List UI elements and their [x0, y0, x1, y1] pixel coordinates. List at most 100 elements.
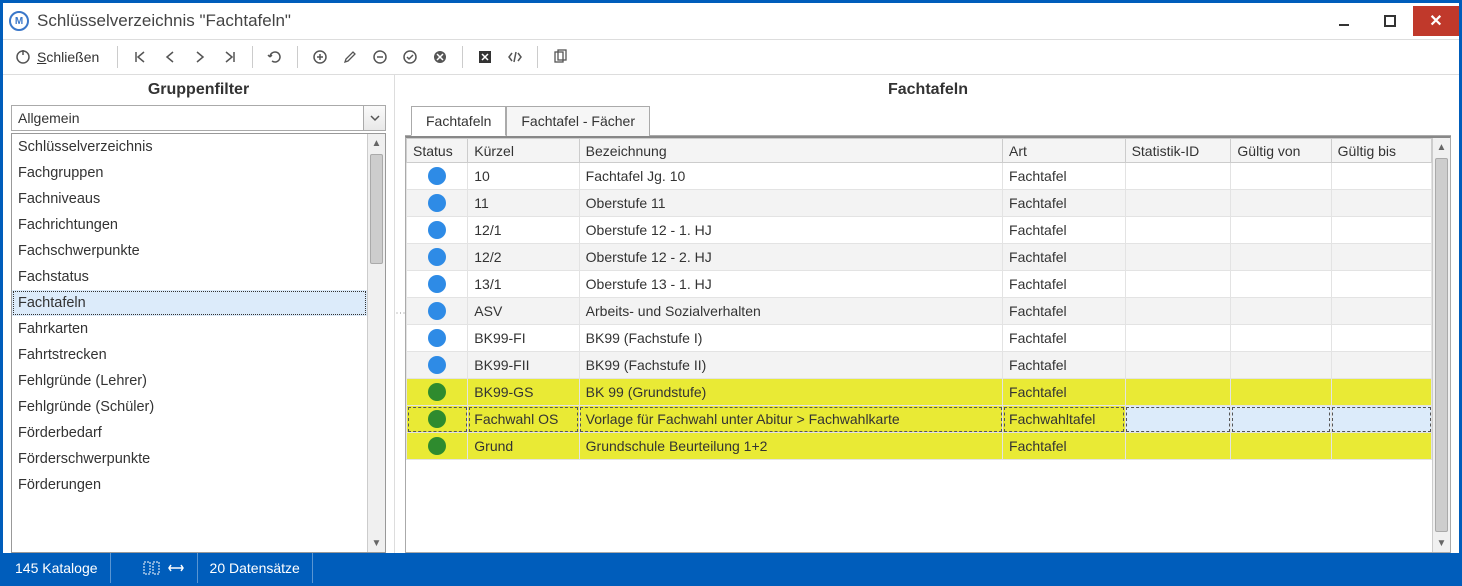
list-item[interactable]: Fehlgründe (Lehrer): [12, 368, 367, 394]
maximize-button[interactable]: [1367, 6, 1413, 36]
cell: BK99 (Fachstufe I): [579, 325, 1002, 352]
list-item[interactable]: Fachgruppen: [12, 160, 367, 186]
cell: Fachwahl OS: [468, 406, 579, 433]
cell: [1231, 352, 1331, 379]
cell: [1231, 244, 1331, 271]
status-layout-icons[interactable]: [131, 553, 198, 583]
table-row[interactable]: BK99-FIIBK99 (Fachstufe II)Fachtafel: [407, 352, 1432, 379]
table-row[interactable]: 11Oberstufe 11Fachtafel: [407, 190, 1432, 217]
cancel-button[interactable]: [426, 43, 454, 71]
cell: [1125, 433, 1231, 460]
list-item[interactable]: Fachrichtungen: [12, 212, 367, 238]
cell: [1125, 352, 1231, 379]
table-row[interactable]: 12/1Oberstufe 12 - 1. HJFachtafel: [407, 217, 1432, 244]
cell: Fachtafel: [1003, 352, 1126, 379]
cell: [1125, 406, 1231, 433]
cell: BK99-FII: [468, 352, 579, 379]
table-row[interactable]: 13/1Oberstufe 13 - 1. HJFachtafel: [407, 271, 1432, 298]
table-row[interactable]: BK99-FIBK99 (Fachstufe I)Fachtafel: [407, 325, 1432, 352]
column-header[interactable]: Gültig von: [1231, 139, 1331, 163]
cell: Oberstufe 11: [579, 190, 1002, 217]
cell: Fachtafel: [1003, 298, 1126, 325]
grid-scrollbar[interactable]: ▲ ▼: [1432, 138, 1450, 552]
status-dot-icon: [428, 194, 446, 212]
chevron-down-icon[interactable]: [363, 106, 385, 130]
list-item[interactable]: Fahrkarten: [12, 316, 367, 342]
cell: Arbeits- und Sozialverhalten: [579, 298, 1002, 325]
nav-prev-button[interactable]: [156, 43, 184, 71]
cell: [1331, 190, 1431, 217]
left-header: Gruppenfilter: [11, 79, 386, 105]
close-button[interactable]: Schließen: [11, 43, 109, 71]
cell: [1231, 379, 1331, 406]
list-item[interactable]: Förderschwerpunkte: [12, 446, 367, 472]
list-item[interactable]: Fachschwerpunkte: [12, 238, 367, 264]
accept-button[interactable]: [396, 43, 424, 71]
column-header[interactable]: Kürzel: [468, 139, 579, 163]
column-header[interactable]: Statistik-ID: [1125, 139, 1231, 163]
table-row[interactable]: GrundGrundschule Beurteilung 1+2Fachtafe…: [407, 433, 1432, 460]
list-item[interactable]: Fachtafeln: [12, 290, 367, 316]
list-item[interactable]: Förderbedarf: [12, 420, 367, 446]
table-row[interactable]: Fachwahl OSVorlage für Fachwahl unter Ab…: [407, 406, 1432, 433]
filter-combo-value: Allgemein: [12, 110, 363, 126]
cell: [1125, 325, 1231, 352]
cell: [1231, 217, 1331, 244]
filter-combo[interactable]: Allgemein: [11, 105, 386, 131]
cell: [1331, 406, 1431, 433]
list-item[interactable]: Förderungen: [12, 472, 367, 498]
status-catalogs: 145 Kataloge: [3, 553, 111, 583]
column-header[interactable]: Art: [1003, 139, 1126, 163]
refresh-button[interactable]: [261, 43, 289, 71]
cell: [1331, 325, 1431, 352]
table-row[interactable]: 10Fachtafel Jg. 10Fachtafel: [407, 163, 1432, 190]
edit-button[interactable]: [336, 43, 364, 71]
export-xml-button[interactable]: [501, 43, 529, 71]
column-header[interactable]: Bezeichnung: [579, 139, 1002, 163]
list-item[interactable]: Fehlgründe (Schüler): [12, 394, 367, 420]
table-row[interactable]: BK99-GSBK 99 (Grundstufe)Fachtafel: [407, 379, 1432, 406]
table-row[interactable]: 12/2Oberstufe 12 - 2. HJFachtafel: [407, 244, 1432, 271]
add-button[interactable]: [306, 43, 334, 71]
minimize-button[interactable]: [1321, 6, 1367, 36]
cell: [1125, 217, 1231, 244]
cell: [1331, 433, 1431, 460]
tab[interactable]: Fachtafel - Fächer: [506, 106, 650, 136]
status-dot-icon: [428, 356, 446, 374]
copy-button[interactable]: [546, 43, 574, 71]
list-item[interactable]: Fachstatus: [12, 264, 367, 290]
remove-button[interactable]: [366, 43, 394, 71]
status-dot-icon: [428, 167, 446, 185]
column-header[interactable]: Status: [407, 139, 468, 163]
data-grid[interactable]: StatusKürzelBezeichnungArtStatistik-IDGü…: [406, 138, 1432, 460]
tab[interactable]: Fachtafeln: [411, 106, 506, 136]
toolbar: Schließen: [3, 39, 1459, 75]
nav-first-button[interactable]: [126, 43, 154, 71]
nav-last-button[interactable]: [216, 43, 244, 71]
cell: Fachtafel: [1003, 379, 1126, 406]
table-row[interactable]: ASVArbeits- und SozialverhaltenFachtafel: [407, 298, 1432, 325]
cell: [1125, 379, 1231, 406]
cell: [1231, 325, 1331, 352]
splitter[interactable]: ⋮: [395, 75, 405, 553]
nav-next-button[interactable]: [186, 43, 214, 71]
status-dot-icon: [428, 221, 446, 239]
cell: [1231, 190, 1331, 217]
right-header: Fachtafeln: [405, 79, 1451, 105]
list-scrollbar[interactable]: ▲ ▼: [367, 134, 385, 552]
column-header[interactable]: Gültig bis: [1331, 139, 1431, 163]
statusbar: 145 Kataloge 20 Datensätze: [3, 553, 1459, 583]
cell: [1331, 352, 1431, 379]
list-item[interactable]: Fachniveaus: [12, 186, 367, 212]
window-title: Schlüsselverzeichnis "Fachtafeln": [37, 11, 291, 31]
cell: Oberstufe 13 - 1. HJ: [579, 271, 1002, 298]
status-dot-icon: [428, 410, 446, 428]
cell: Fachtafel Jg. 10: [579, 163, 1002, 190]
list-item[interactable]: Fahrtstrecken: [12, 342, 367, 368]
cell: Grund: [468, 433, 579, 460]
export-excel-button[interactable]: [471, 43, 499, 71]
cell: [1331, 217, 1431, 244]
list-item[interactable]: Schlüsselverzeichnis: [12, 134, 367, 160]
status-dot-icon: [428, 275, 446, 293]
close-window-button[interactable]: ✕: [1413, 6, 1459, 36]
